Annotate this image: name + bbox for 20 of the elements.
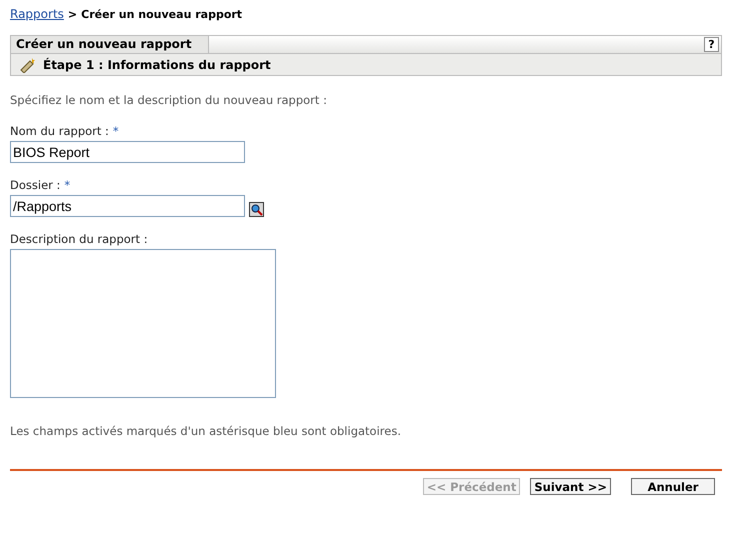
wizard-button[interactable]: Suivant >> (530, 478, 611, 495)
required-mark: * (64, 178, 70, 192)
required-mark: * (112, 124, 119, 138)
step-title: Étape 1 : Informations du rapport (43, 58, 271, 72)
description-field[interactable] (10, 249, 276, 398)
wizard-button[interactable]: Annuler (631, 478, 715, 495)
text-field[interactable]: /Rapports (10, 195, 245, 217)
help-button[interactable]: ? (704, 37, 719, 52)
breadcrumb-current: Créer un nouveau rapport (81, 8, 242, 20)
required-note: Les champs activés marqués d'un astérisque bleu sont obligatoires. (10, 424, 402, 438)
search-icon[interactable] (249, 202, 264, 217)
breadcrumb-separator: > (68, 8, 78, 20)
breadcrumb-link[interactable]: Rapports (10, 7, 64, 21)
wand-icon (19, 56, 37, 72)
field-label: Dossier : (10, 178, 60, 192)
intro-text: Spécifiez le nom et la description du nouveau rapport : (10, 93, 328, 109)
field-label: Description du rapport : (10, 232, 148, 246)
panel-title: Créer un nouveau rapport (11, 36, 209, 53)
text-field[interactable]: BIOS Report (10, 141, 245, 163)
field-label: Nom du rapport : (10, 124, 109, 138)
